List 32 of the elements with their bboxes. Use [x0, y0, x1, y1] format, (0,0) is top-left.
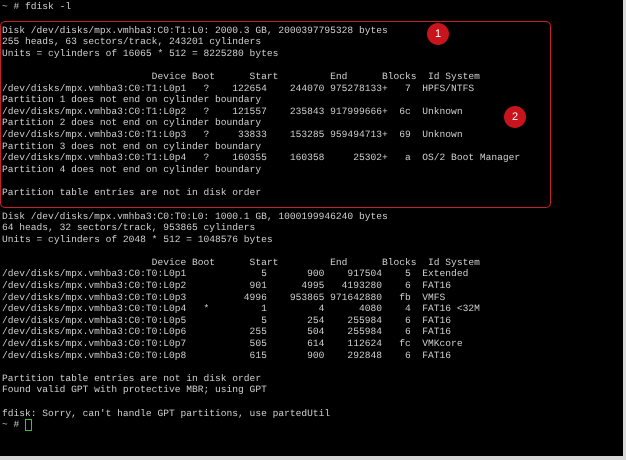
terminal-line: fdisk: Sorry, can't handle GPT partitions, use partedUtil — [2, 408, 330, 420]
command-line: ~ # fdisk -l — [2, 1, 72, 13]
terminal-line: Found valid GPT with protective MBR; using GPT — [2, 384, 267, 396]
terminal-line: Partition 2 does not end on cylinder boundary — [2, 117, 262, 129]
terminal-line: 64 heads, 32 sectors/track, 953865 cylinders — [2, 222, 256, 234]
terminal-line: Units = cylinders of 2048 * 512 = 1048576 bytes — [2, 234, 273, 246]
number-badge: 2 — [504, 106, 526, 128]
terminal-line: /dev/disks/mpx.vmhba3:C0:T0:L0p4 * 1 4 4080 4 FAT16 <32M — [2, 303, 480, 315]
terminal-line: /dev/disks/mpx.vmhba3:C0:T1:L0p3 ? 33833 153285 959494713+ 69 Unknown — [2, 128, 463, 141]
number-badge: 1 — [427, 22, 449, 45]
terminal-line: /dev/disks/mpx.vmhba3:C0:T0:L0p6 255 504 255984 6 FAT16 — [2, 326, 452, 338]
terminal-line: /dev/disks/mpx.vmhba3:C0:T0:L0p5 5 254 255984 6 FAT16 — [2, 314, 452, 326]
terminal-line: /dev/disks/mpx.vmhba3:C0:T0:L0p2 901 4995 4193280 6 FAT16 — [2, 280, 452, 292]
terminal-line: /dev/disks/mpx.vmhba3:C0:T0:L0p7 505 614 112624 fc VMKcore — [2, 338, 463, 350]
terminal-line: Device Boot Start End Blocks Id System — [150, 256, 480, 268]
terminal-line: Partition 1 does not end on cylinder boundary — [2, 94, 262, 106]
terminal-line: Partition table entries are not in disk order — [2, 372, 262, 384]
terminal-line: /dev/disks/mpx.vmhba3:C0:T0:L0p1 5 900 917504 5 Extended — [2, 268, 468, 280]
terminal-line: /dev/disks/mpx.vmhba3:C0:T1:L0p2 ? 121557 235843 917999666+ 6c Unknown — [2, 106, 463, 118]
terminal-line: Device Boot Start End Blocks Id System — [150, 70, 480, 83]
prompt: ~ # — [2, 419, 20, 431]
terminal-line: /dev/disks/mpx.vmhba3:C0:T0:L0p8 615 900 292848 6 FAT16 — [2, 350, 452, 362]
terminal-line: Partition 3 does not end on cylinder boundary — [2, 140, 262, 152]
terminal-line: Units = cylinders of 16065 * 512 = 8225280 bytes — [2, 48, 278, 60]
terminal-line: /dev/disks/mpx.vmhba3:C0:T1:L0p1 ? 122654 244070 975278133+ 7 HPFS/NTFS — [2, 82, 474, 94]
terminal-line: 255 heads, 63 sectors/track, 243201 cylinders — [2, 36, 262, 48]
terminal-line: /dev/disks/mpx.vmhba3:C0:T0:L0p3 4996 953865 971642880 fb VMFS — [2, 292, 446, 304]
terminal-line: Disk /dev/disks/mpx.vmhba3:C0:T0:L0: 1000.1 GB, 1000199946240 bytes — [2, 210, 388, 222]
terminal-line: Partition 4 does not end on cylinder boundary — [2, 164, 262, 176]
terminal-line: /dev/disks/mpx.vmhba3:C0:T1:L0p4 ? 160355 160358 25302+ a OS/2 Boot Manager — [2, 152, 520, 164]
terminal-line: Partition table entries are not in disk order — [2, 186, 262, 198]
terminal-line: Disk /dev/disks/mpx.vmhba3:C0:T1:L0: 2000.3 GB, 2000397795328 bytes — [2, 24, 388, 36]
